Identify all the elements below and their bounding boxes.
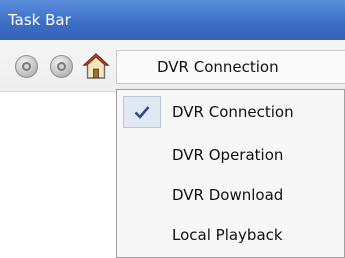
checkmark-icon bbox=[134, 106, 150, 119]
forward-button[interactable] bbox=[50, 55, 73, 78]
toolbar: DVR Connection bbox=[0, 40, 345, 92]
menu-item-dvr-download[interactable]: DVR Download bbox=[123, 175, 345, 215]
view-select-value: DVR Connection bbox=[157, 58, 279, 76]
menu-item-dvr-connection[interactable]: DVR Connection bbox=[123, 92, 345, 132]
menu-item-label: DVR Operation bbox=[172, 146, 284, 164]
menu-item-local-playback[interactable]: Local Playback bbox=[123, 215, 345, 255]
home-icon bbox=[82, 53, 110, 79]
title-bar: Task Bar bbox=[0, 0, 345, 40]
back-icon bbox=[22, 62, 31, 71]
forward-icon bbox=[57, 62, 66, 71]
view-dropdown-menu: DVR Connection DVR Operation DVR Downloa… bbox=[116, 89, 345, 258]
menu-item-check bbox=[123, 96, 161, 128]
menu-item-label: DVR Download bbox=[172, 186, 284, 204]
menu-item-dvr-operation[interactable]: DVR Operation bbox=[123, 135, 345, 175]
back-button[interactable] bbox=[15, 55, 38, 78]
home-button[interactable] bbox=[82, 52, 110, 80]
view-select[interactable]: DVR Connection bbox=[116, 50, 345, 84]
menu-item-label: Local Playback bbox=[172, 226, 283, 244]
window-title: Task Bar bbox=[8, 11, 71, 29]
menu-item-label: DVR Connection bbox=[172, 103, 294, 121]
